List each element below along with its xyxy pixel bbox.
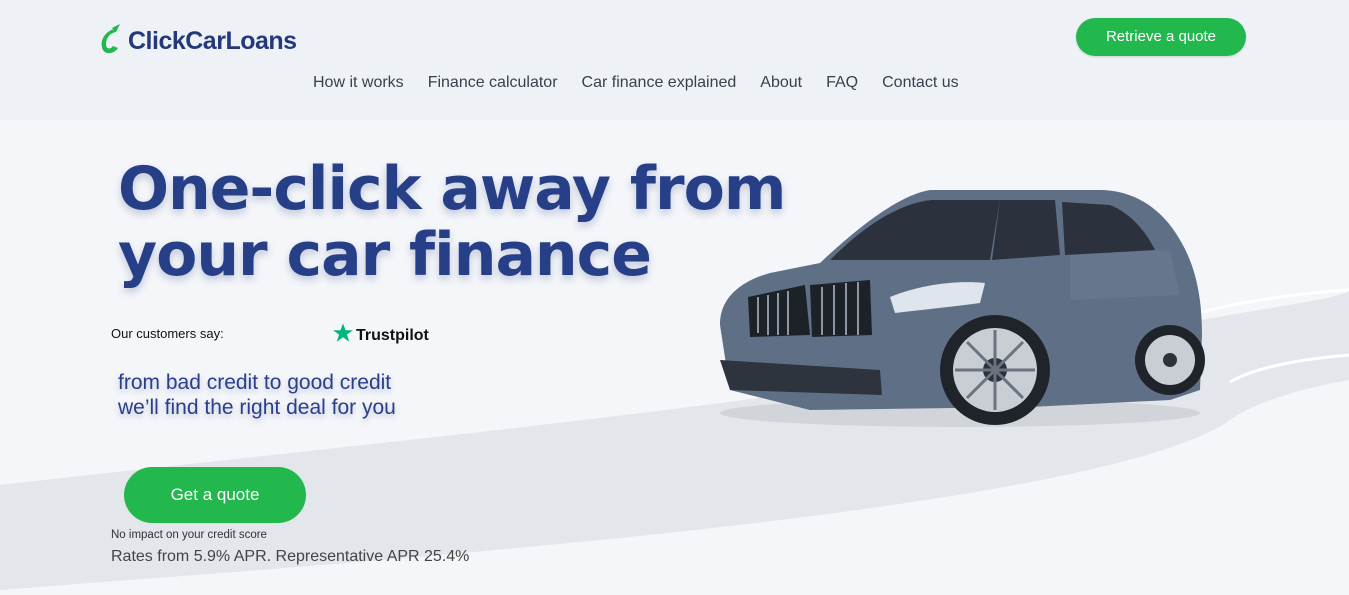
- get-quote-button[interactable]: Get a quote: [124, 467, 306, 523]
- site-header: ClickCarLoans Retrieve a quote How it wo…: [0, 0, 1349, 120]
- headline-line-1: One-click away from: [118, 154, 786, 224]
- nav-contact-us[interactable]: Contact us: [882, 74, 958, 92]
- headline-line-2: your car finance: [118, 220, 652, 290]
- tagline-line-1: from bad credit to good credit: [118, 371, 392, 394]
- nav-finance-calculator[interactable]: Finance calculator: [428, 74, 558, 92]
- customers-say-label: Our customers say:: [111, 326, 224, 341]
- trustpilot-label: Trustpilot: [356, 326, 429, 344]
- brand-name: ClickCarLoans: [128, 27, 297, 55]
- credit-score-note: No impact on your credit score: [111, 529, 267, 541]
- main-nav: How it works Finance calculator Car fina…: [313, 74, 959, 92]
- hero-tagline: from bad credit to good credit we’ll fin…: [118, 370, 396, 420]
- nav-how-it-works[interactable]: How it works: [313, 74, 404, 92]
- car-image: [720, 190, 1205, 427]
- tagline-line-2: we’ll find the right deal for you: [118, 396, 396, 419]
- nav-faq[interactable]: FAQ: [826, 74, 858, 92]
- trustpilot-widget[interactable]: Trustpilot: [332, 322, 429, 349]
- hero-headline: One-click away from your car finance: [118, 154, 786, 290]
- retrieve-quote-button[interactable]: Retrieve a quote: [1076, 18, 1246, 56]
- rates-disclaimer: Rates from 5.9% APR. Representative APR …: [111, 548, 470, 565]
- nav-about[interactable]: About: [760, 74, 802, 92]
- brand-logo[interactable]: ClickCarLoans: [98, 22, 297, 61]
- trustpilot-star-icon: [332, 322, 354, 349]
- logo-checkmark-icon: [98, 22, 124, 61]
- nav-car-finance-explained[interactable]: Car finance explained: [582, 74, 737, 92]
